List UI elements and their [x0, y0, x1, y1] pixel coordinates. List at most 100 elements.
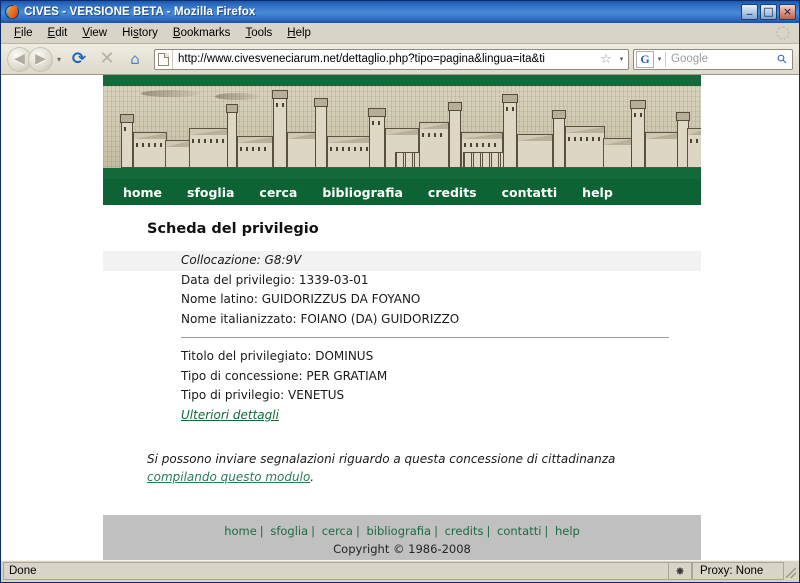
web-page: home sfoglia cerca bibliografia credits … — [103, 75, 701, 560]
menu-file[interactable]: File — [7, 26, 41, 41]
reload-button[interactable]: ⟳ — [66, 46, 92, 72]
minimize-button[interactable]: _ — [741, 2, 758, 20]
footer-item-sfoglia[interactable]: sfoglia — [268, 524, 310, 538]
footer-sep-4: | — [434, 523, 438, 538]
field-data-value: 1339-03-01 — [298, 272, 369, 287]
report-note-text: Si possono inviare segnalazioni riguardo… — [147, 451, 616, 466]
footer-sep-6: | — [544, 523, 549, 538]
field-nome-italianizzato: Nome italianizzato: FOIANO (DA) GUIDORIZ… — [181, 310, 669, 330]
page-viewport: home sfoglia cerca bibliografia credits … — [1, 75, 799, 560]
footer-item-help[interactable]: help — [553, 524, 582, 538]
close-icon: × — [782, 5, 793, 18]
navigation-toolbar: ◀ ▶ ▾ ⟳ ✕ ⌂ http://www.civesveneciarum.n… — [1, 44, 799, 75]
field-concessione-label: Tipo di concessione: — [181, 368, 303, 383]
menu-history[interactable]: History — [115, 26, 166, 41]
footer-links: home | sfoglia | cerca | bibliografia | cred… — [103, 524, 701, 538]
stop-button[interactable]: ✕ — [94, 46, 120, 72]
search-icon[interactable]: ⚲ — [770, 50, 792, 69]
footer-item-cerca[interactable]: cerca — [320, 524, 355, 538]
field-nome-latino: Nome latino: GUIDORIZZUS DA FOYANO — [181, 290, 669, 310]
field-nome-italianizzato-label: Nome italianizzato: — [181, 311, 297, 326]
status-text: Done — [3, 562, 668, 580]
page-favicon-icon — [155, 49, 173, 69]
history-dropdown-icon[interactable]: ▾ — [54, 55, 64, 64]
menu-edit[interactable]: Edit — [41, 26, 76, 41]
field-privilegio-label: Tipo di privilegio: — [181, 388, 285, 402]
footer-item-bibliografia[interactable]: bibliografia — [364, 524, 433, 538]
bookmark-star-icon[interactable]: ☆ — [597, 50, 615, 69]
url-input[interactable]: http://www.civesveneciarum.net/dettaglio… — [173, 53, 597, 65]
site-footer: home | sfoglia | cerca | bibliografia | cred… — [103, 514, 701, 560]
nav-item-home[interactable]: home — [111, 185, 175, 200]
title-bar: CIVES - VERSIONE BETA - Mozilla Firefox … — [1, 1, 799, 23]
close-button[interactable]: × — [779, 4, 796, 20]
nav-item-bibliografia[interactable]: bibliografia — [310, 185, 416, 200]
maximize-icon: □ — [763, 5, 774, 18]
field-tipo-di-concessione: Tipo di concessione: PER GRATIAM — [181, 367, 669, 387]
field-divider — [181, 337, 669, 338]
footer-item-credits[interactable]: credits — [443, 524, 486, 538]
field-collocazione: Collocazione: G8:9V — [103, 251, 701, 271]
page-title: Scheda del privilegio — [147, 221, 319, 237]
forward-arrow-icon: ▶ — [35, 50, 46, 67]
field-nome-italianizzato-value: FOIANO (DA) GUIDORIZZO — [300, 311, 460, 326]
footer-item-home[interactable]: home — [222, 524, 259, 538]
field-concessione-value: PER GRATIAM — [306, 368, 388, 383]
nav-item-cerca[interactable]: cerca — [247, 185, 310, 200]
firefox-logo-icon — [4, 4, 20, 20]
field-titolo-value: DOMINUS — [315, 349, 374, 363]
window-controls: _ □ × — [741, 2, 796, 20]
throbber-icon — [776, 26, 790, 40]
proxy-status[interactable]: Proxy: None — [692, 562, 784, 580]
field-data-del-privilegio: Data del privilegio: 1339-03-01 — [181, 271, 669, 291]
footer-sep-3: | — [355, 523, 360, 538]
site-nav: home sfoglia cerca bibliografia credits … — [103, 179, 701, 205]
report-note: Si possono inviare segnalazioni riguardo… — [147, 450, 657, 486]
search-input[interactable]: Google — [666, 53, 772, 65]
back-forward-group: ◀ ▶ ▾ — [7, 46, 64, 72]
footer-item-contatti[interactable]: contatti — [495, 524, 543, 538]
footer-sep-1: | — [259, 523, 264, 538]
ulteriori-dettagli-link[interactable]: Ulteriori dettagli — [181, 408, 279, 422]
nav-item-sfoglia[interactable]: sfoglia — [175, 185, 247, 200]
resize-grip[interactable] — [784, 562, 798, 580]
field-privilegio-value: VENETUS — [288, 388, 345, 402]
home-icon: ⌂ — [130, 50, 140, 68]
google-logo-icon: G — [636, 50, 654, 68]
menu-bar: File Edit View History Bookmarks Tools H… — [1, 23, 799, 44]
field-nome-latino-label: Nome latino: — [181, 292, 258, 306]
page-content: Scheda del privilegio Collocazione: G8:9… — [103, 205, 701, 560]
window-title: CIVES - VERSIONE BETA - Mozilla Firefox — [24, 6, 256, 18]
search-bar[interactable]: G ▾ Google ⚲ — [633, 48, 793, 70]
menu-help[interactable]: Help — [280, 26, 319, 41]
stop-icon: ✕ — [99, 48, 115, 69]
forward-button[interactable]: ▶ — [28, 46, 53, 72]
menu-view[interactable]: View — [75, 26, 115, 41]
menu-bookmarks[interactable]: Bookmarks — [166, 26, 239, 41]
nav-item-contatti[interactable]: contatti — [490, 185, 571, 200]
browser-window: CIVES - VERSIONE BETA - Mozilla Firefox … — [0, 0, 800, 583]
field-collocazione-value: G8:9V — [264, 253, 302, 267]
nav-item-help[interactable]: help — [570, 185, 626, 200]
footer-sep-2: | — [311, 523, 316, 538]
report-form-link[interactable]: compilando questo modulo — [147, 470, 310, 484]
site-banner — [103, 75, 701, 179]
privilege-record: Collocazione: G8:9V Data del privilegio:… — [103, 251, 701, 424]
reload-icon: ⟳ — [71, 49, 87, 69]
url-bar[interactable]: http://www.civesveneciarum.net/dettaglio… — [154, 48, 629, 70]
status-bar: Done ✸ Proxy: None — [1, 560, 799, 582]
nav-item-credits[interactable]: credits — [416, 185, 490, 200]
field-tipo-di-privilegio: Tipo di privilegio: VENETUS — [181, 386, 669, 406]
copyright-text: Copyright © 1986-2008 — [333, 541, 471, 556]
home-button[interactable]: ⌂ — [122, 46, 148, 72]
search-engine-dropdown-icon[interactable]: ▾ — [654, 55, 665, 63]
url-dropdown-icon[interactable]: ▾ — [615, 55, 628, 63]
menu-tools[interactable]: Tools — [238, 26, 280, 41]
footer-sep-5: | — [486, 523, 491, 538]
field-collocazione-label: Collocazione: — [181, 253, 261, 267]
privacy-icon[interactable]: ✸ — [668, 562, 692, 580]
field-nome-latino-value: GUIDORIZZUS DA FOYANO — [261, 292, 421, 306]
field-data-label: Data del privilegio: — [181, 272, 295, 287]
maximize-button[interactable]: □ — [760, 4, 777, 20]
minimize-icon: _ — [746, 2, 753, 15]
